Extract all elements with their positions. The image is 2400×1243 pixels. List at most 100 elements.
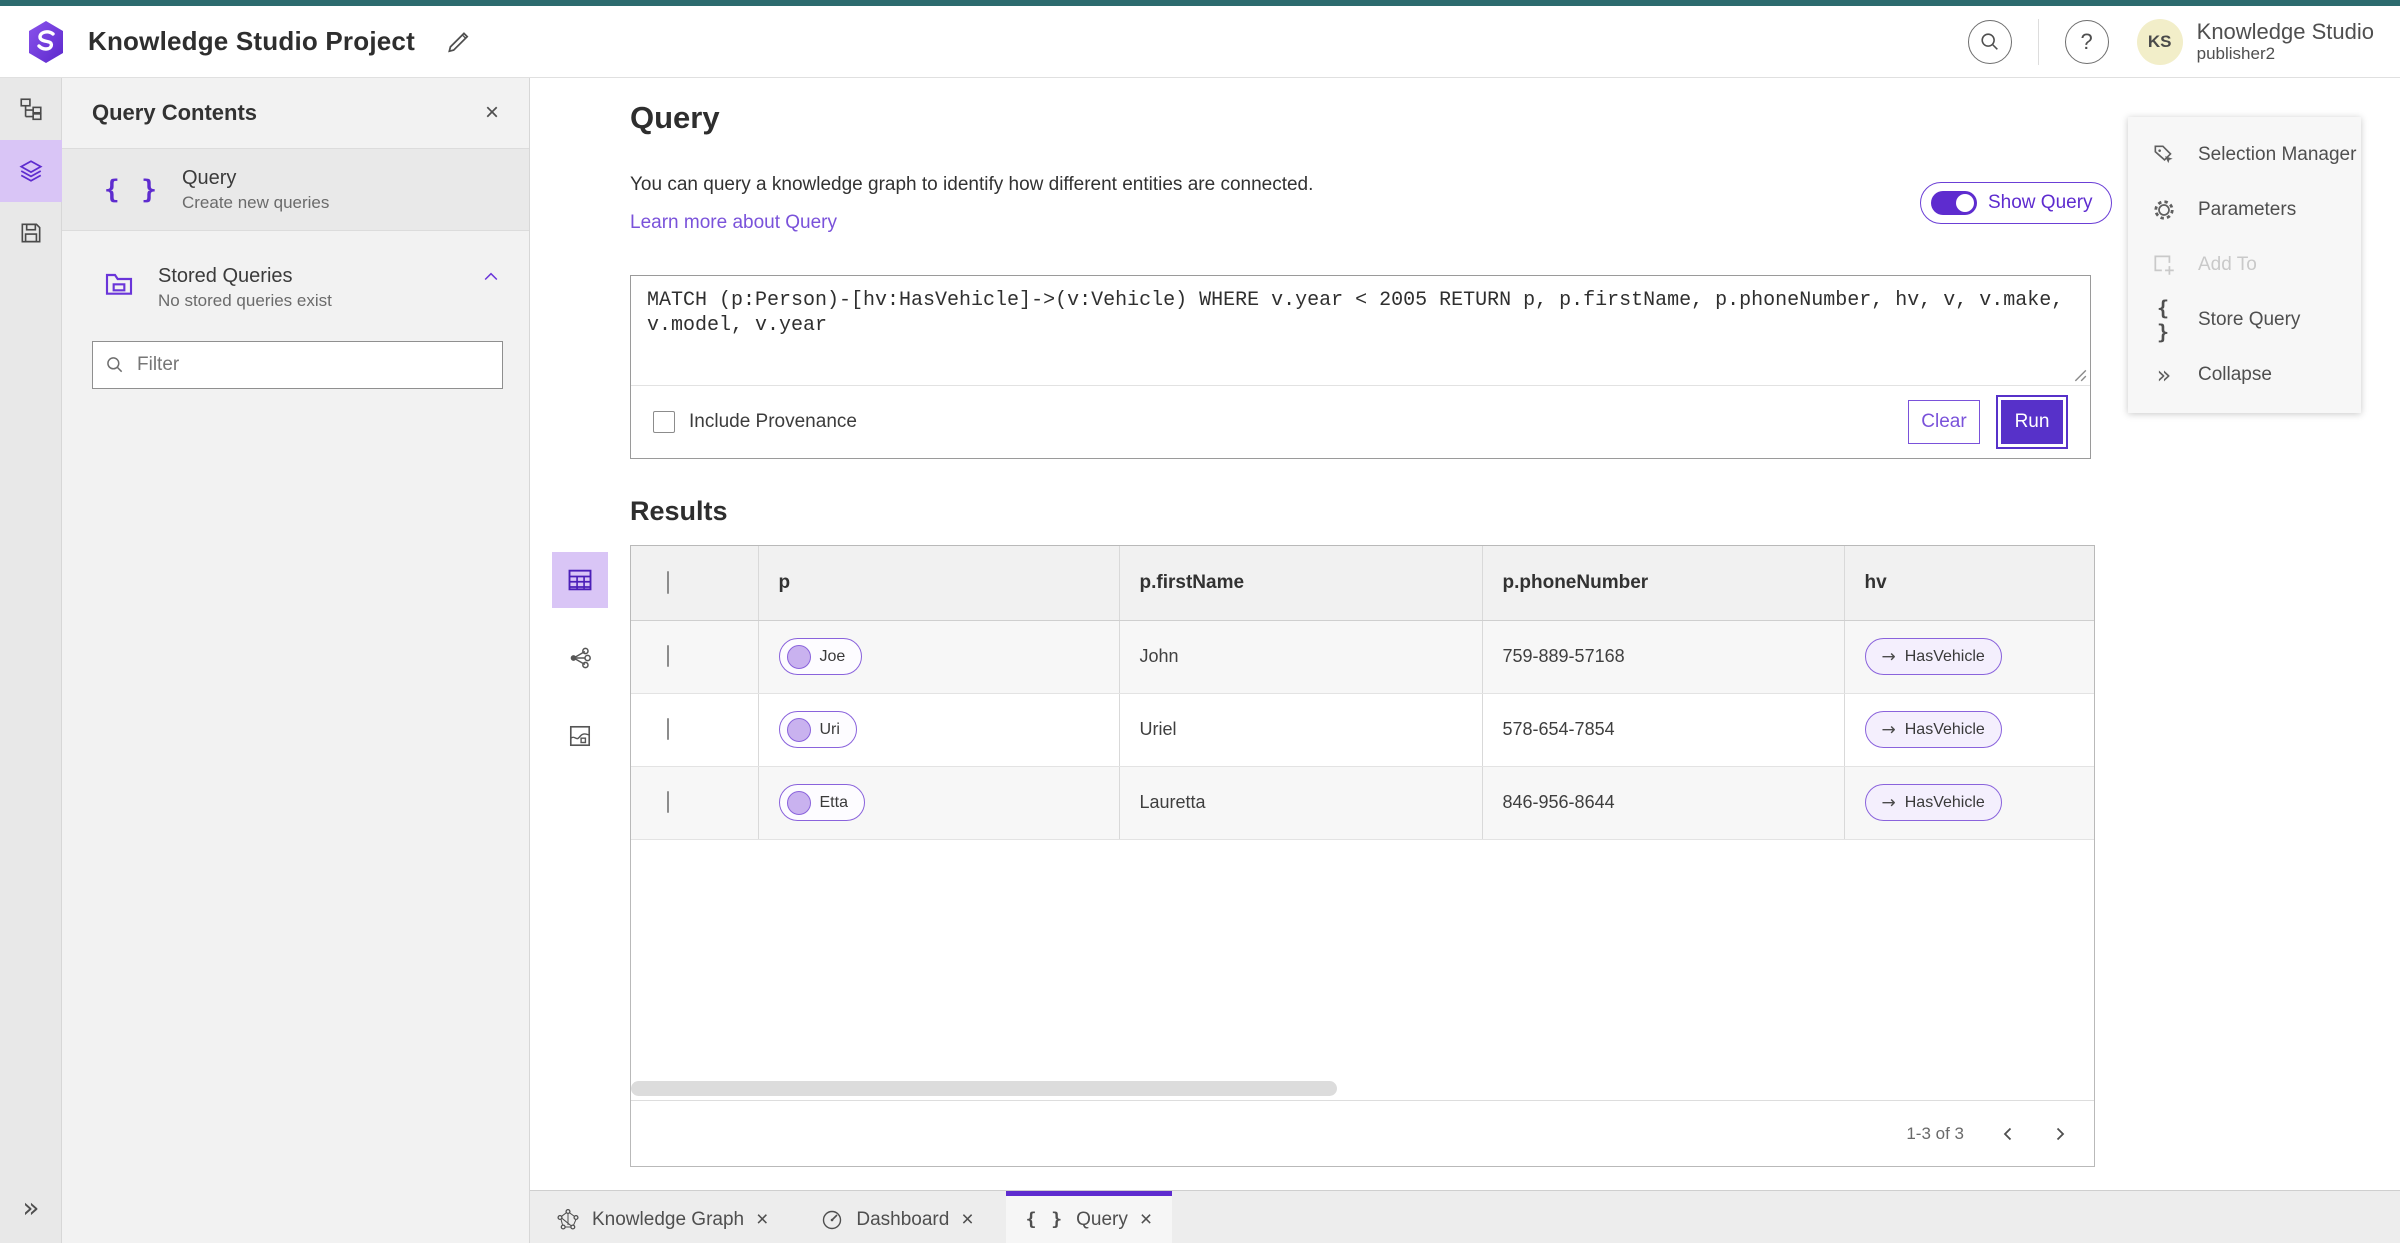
cell-firstname: John: [1119, 620, 1483, 694]
search-button[interactable]: [1967, 19, 2012, 64]
selection-manager-icon: [2154, 145, 2173, 163]
stored-queries-section[interactable]: Stored Queries No stored queries exist: [62, 231, 529, 311]
scrollbar-thumb[interactable]: [631, 1081, 1337, 1096]
stored-queries-text: Stored Queries No stored queries exist: [158, 265, 332, 311]
row-checkbox[interactable]: [667, 645, 669, 667]
include-provenance-checkbox[interactable]: [653, 411, 675, 433]
column-header-hv[interactable]: hv: [1844, 546, 2094, 621]
query-item-text: Query Create new queries: [182, 167, 329, 213]
edit-title-button[interactable]: [441, 25, 475, 59]
left-icon-rail: [0, 78, 62, 1243]
menu-item-selection-manager[interactable]: Selection Manager: [2128, 127, 2361, 182]
entity-pill[interactable]: Uri: [778, 711, 857, 748]
bottom-tab-bar: Knowledge Graph Dashboard Query: [530, 1190, 2400, 1243]
graph-view-button[interactable]: [552, 630, 608, 686]
menu-item-collapse[interactable]: Collapse: [2128, 347, 2361, 402]
tab-label: Dashboard: [856, 1208, 950, 1230]
column-header-firstname[interactable]: p.firstName: [1119, 546, 1483, 621]
relationship-label: HasVehicle: [1904, 793, 1985, 811]
gear-icon: [2154, 199, 2174, 220]
rail-item-layers[interactable]: [0, 140, 62, 202]
relationship-pill[interactable]: HasVehicle: [1864, 784, 2002, 821]
chevron-right-icon: [2056, 1127, 2065, 1140]
close-icon[interactable]: [756, 1209, 768, 1230]
rail-item-data-model[interactable]: [0, 78, 62, 140]
table-row[interactable]: Uri Uriel 578-654-7854 HasVehicle: [631, 693, 2094, 767]
app-logo-icon[interactable]: [26, 20, 66, 64]
search-icon: [1981, 32, 1998, 50]
help-button[interactable]: [2064, 19, 2109, 64]
tab-label: Knowledge Graph: [592, 1208, 745, 1230]
pencil-icon: [448, 31, 469, 52]
tab-label: Query: [1076, 1208, 1128, 1230]
next-page-button[interactable]: [2052, 1126, 2068, 1142]
clear-button[interactable]: Clear: [1908, 400, 1980, 444]
close-panel-button[interactable]: [485, 101, 499, 125]
braces-icon: [104, 175, 160, 205]
map-view-button[interactable]: [552, 708, 608, 764]
panel-header: Query Contents: [62, 78, 529, 149]
relationship-pill[interactable]: HasVehicle: [1864, 711, 2002, 748]
menu-item-add-to: Add To: [2128, 237, 2361, 292]
tab-query[interactable]: Query: [1005, 1191, 1173, 1243]
app-window: Knowledge Studio Project KS Knowledge St…: [0, 0, 2400, 1243]
tab-knowledge-graph[interactable]: Knowledge Graph: [536, 1191, 788, 1243]
menu-item-store-query[interactable]: Store Query: [2128, 292, 2361, 347]
table-view-button[interactable]: [552, 552, 608, 608]
stored-queries-description: No stored queries exist: [158, 291, 332, 310]
avatar[interactable]: KS: [2136, 18, 2183, 65]
query-editor[interactable]: MATCH (p:Person)-[hv:HasVehicle]->(v:Veh…: [631, 276, 2090, 386]
close-icon[interactable]: [1140, 1209, 1152, 1230]
toggle-knob: [1956, 194, 1974, 212]
stored-queries-label: Stored Queries: [158, 265, 293, 287]
search-icon: [107, 357, 123, 373]
query-item-description: Create new queries: [181, 192, 330, 212]
query-editor-container: MATCH (p:Person)-[hv:HasVehicle]->(v:Veh…: [630, 275, 2091, 459]
entity-node-icon: [786, 790, 811, 815]
query-contents-panel: Query Contents Query Create new queries …: [62, 78, 530, 1243]
save-icon: [21, 223, 41, 243]
filter-input[interactable]: [137, 354, 490, 376]
chevron-left-icon: [2003, 1127, 2012, 1140]
close-icon[interactable]: [961, 1209, 973, 1230]
run-button[interactable]: Run: [1996, 395, 2068, 449]
braces-icon: [2150, 296, 2178, 344]
menu-item-label: Collapse: [2198, 363, 2272, 385]
previous-page-button[interactable]: [2000, 1126, 2016, 1142]
folder-icon: [105, 273, 133, 295]
show-query-toggle[interactable]: Show Query: [1920, 182, 2112, 224]
relationship-pill[interactable]: HasVehicle: [1864, 638, 2002, 675]
table-row[interactable]: Etta Lauretta 846-956-8644 HasVehicle: [631, 766, 2094, 840]
entity-pill[interactable]: Joe: [778, 638, 863, 675]
app-header: Knowledge Studio Project KS Knowledge St…: [0, 6, 2400, 78]
entity-label: Uri: [819, 720, 840, 738]
entity-label: Etta: [819, 793, 848, 811]
collapse-stored-queries-button[interactable]: [481, 265, 501, 290]
query-text: MATCH (p:Person)-[hv:HasVehicle]->(v:Veh…: [647, 289, 2064, 337]
link-chart-icon: [570, 647, 591, 669]
table-row[interactable]: Joe John 759-889-57168 HasVehicle: [631, 620, 2094, 694]
cell-phonenumber: 846-956-8644: [1482, 766, 1845, 840]
query-heading: Query: [630, 100, 720, 135]
rail-item-save[interactable]: [0, 202, 62, 264]
arrow-right-icon: [1882, 647, 1896, 667]
tab-dashboard[interactable]: Dashboard: [800, 1191, 993, 1243]
expand-rail-button[interactable]: [0, 1185, 62, 1229]
arrow-right-icon: [1882, 720, 1896, 740]
column-header-p[interactable]: p: [758, 546, 1120, 621]
user-name: Knowledge Studio: [2196, 19, 2374, 45]
entity-pill[interactable]: Etta: [778, 784, 865, 821]
query-item-label: Query: [181, 166, 237, 189]
sidebar-item-query[interactable]: Query Create new queries: [62, 149, 529, 231]
cell-phonenumber: 578-654-7854: [1482, 693, 1845, 767]
resize-grip-icon[interactable]: [2073, 368, 2087, 382]
relationship-label: HasVehicle: [1904, 647, 1985, 665]
select-all-checkbox[interactable]: [667, 570, 669, 594]
row-checkbox[interactable]: [667, 718, 669, 740]
menu-item-parameters[interactable]: Parameters: [2128, 182, 2361, 237]
knowledge-graph-icon: [557, 1208, 579, 1230]
learn-more-link[interactable]: Learn more about Query: [630, 212, 837, 234]
query-description: You can query a knowledge graph to ident…: [630, 174, 1314, 195]
column-header-phonenumber[interactable]: p.phoneNumber: [1482, 546, 1845, 621]
row-checkbox[interactable]: [667, 791, 669, 813]
